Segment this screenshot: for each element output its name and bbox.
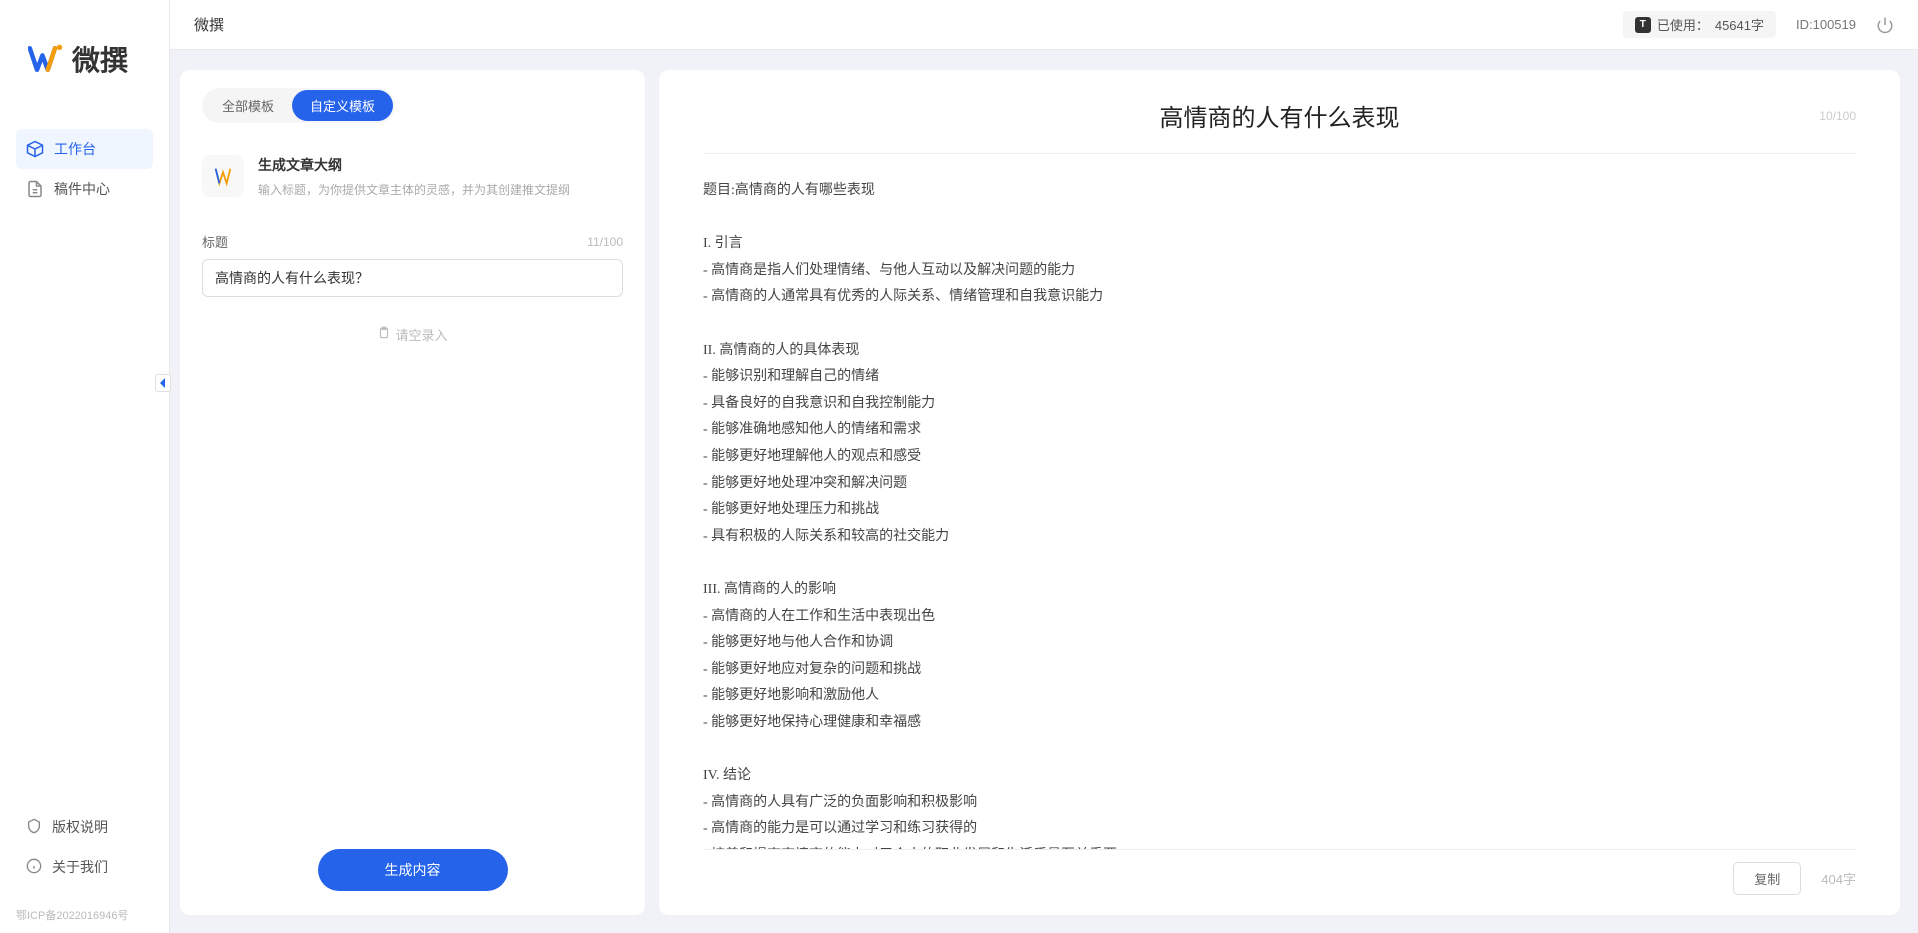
logo: 微撰 xyxy=(0,0,169,109)
template-info: 生成文章大纲 输入标题，为你提供文章主体的灵感，并为其创建推文提纲 xyxy=(258,155,623,198)
usage-badge: T 已使用： 45641字 xyxy=(1623,11,1776,38)
doc-header: 高情商的人有什么表现 10/100 xyxy=(703,90,1856,154)
footer-label: 版权说明 xyxy=(52,817,108,837)
cube-icon xyxy=(26,140,44,158)
tab-all-templates[interactable]: 全部模板 xyxy=(204,90,292,121)
empty-hint: 请空录入 xyxy=(202,325,623,344)
doc-title: 高情商的人有什么表现 xyxy=(1160,98,1400,133)
template-tabs: 全部模板 自定义模板 xyxy=(202,88,395,123)
field-count: 11/100 xyxy=(587,235,623,249)
copy-button[interactable]: 复制 xyxy=(1733,862,1801,895)
tab-custom-templates[interactable]: 自定义模板 xyxy=(292,90,393,121)
title-field-group: 标题 11/100 xyxy=(202,232,623,297)
doc-title-count: 10/100 xyxy=(1819,109,1856,123)
logo-text: 微撰 xyxy=(72,39,128,79)
top-bar: 微撰 T 已使用： 45641字 ID:100519 xyxy=(170,0,1918,50)
field-label: 标题 xyxy=(202,232,228,251)
icp-text: 鄂ICP备2022016946号 xyxy=(0,903,169,933)
page-title: 微撰 xyxy=(194,14,224,35)
usage-label: 已使用： xyxy=(1657,15,1709,34)
word-count: 404字 xyxy=(1821,869,1856,888)
logo-icon xyxy=(28,41,64,77)
nav-drafts[interactable]: 稿件中心 xyxy=(16,169,153,209)
nav-label: 工作台 xyxy=(54,139,96,159)
empty-hint-text: 请空录入 xyxy=(395,325,447,344)
nav-label: 稿件中心 xyxy=(54,179,110,199)
title-input[interactable] xyxy=(202,259,623,297)
doc-body[interactable]: 题目:高情商的人有哪些表现 I. 引言 - 高情商是指人们处理情绪、与他人互动以… xyxy=(703,154,1856,849)
footer-label: 关于我们 xyxy=(52,857,108,877)
power-icon[interactable] xyxy=(1876,16,1894,34)
usage-value: 45641字 xyxy=(1715,15,1764,34)
text-icon: T xyxy=(1635,17,1651,33)
info-icon xyxy=(26,858,42,877)
footer-about[interactable]: 关于我们 xyxy=(16,847,153,887)
clipboard-icon xyxy=(377,326,391,343)
sidebar-footer: 版权说明 关于我们 xyxy=(0,791,169,903)
document-icon xyxy=(26,180,44,198)
main-content: 全部模板 自定义模板 生成文章大纲 输入标题，为你提供文章主体的灵感，并为其创建… xyxy=(180,70,1900,915)
left-panel: 全部模板 自定义模板 生成文章大纲 输入标题，为你提供文章主体的灵感，并为其创建… xyxy=(180,70,645,915)
template-icon xyxy=(202,155,244,197)
user-id: ID:100519 xyxy=(1796,17,1856,32)
shield-icon xyxy=(26,818,42,837)
right-panel: 高情商的人有什么表现 10/100 题目:高情商的人有哪些表现 I. 引言 - … xyxy=(659,70,1900,915)
footer-copyright[interactable]: 版权说明 xyxy=(16,807,153,847)
nav-workspace[interactable]: 工作台 xyxy=(16,129,153,169)
template-desc: 输入标题，为你提供文章主体的灵感，并为其创建推文提纲 xyxy=(258,181,623,198)
generate-button[interactable]: 生成内容 xyxy=(318,849,508,891)
nav-menu: 工作台 稿件中心 xyxy=(0,109,169,791)
top-right: T 已使用： 45641字 ID:100519 xyxy=(1623,11,1894,38)
doc-footer: 复制 404字 xyxy=(703,849,1856,895)
field-label-row: 标题 11/100 xyxy=(202,232,623,251)
template-title: 生成文章大纲 xyxy=(258,155,623,175)
sidebar: 微撰 工作台 稿件中心 版权说明 关于我们 xyxy=(0,0,170,933)
sidebar-collapse-handle[interactable] xyxy=(155,374,171,392)
template-card: 生成文章大纲 输入标题，为你提供文章主体的灵感，并为其创建推文提纲 xyxy=(202,147,623,206)
